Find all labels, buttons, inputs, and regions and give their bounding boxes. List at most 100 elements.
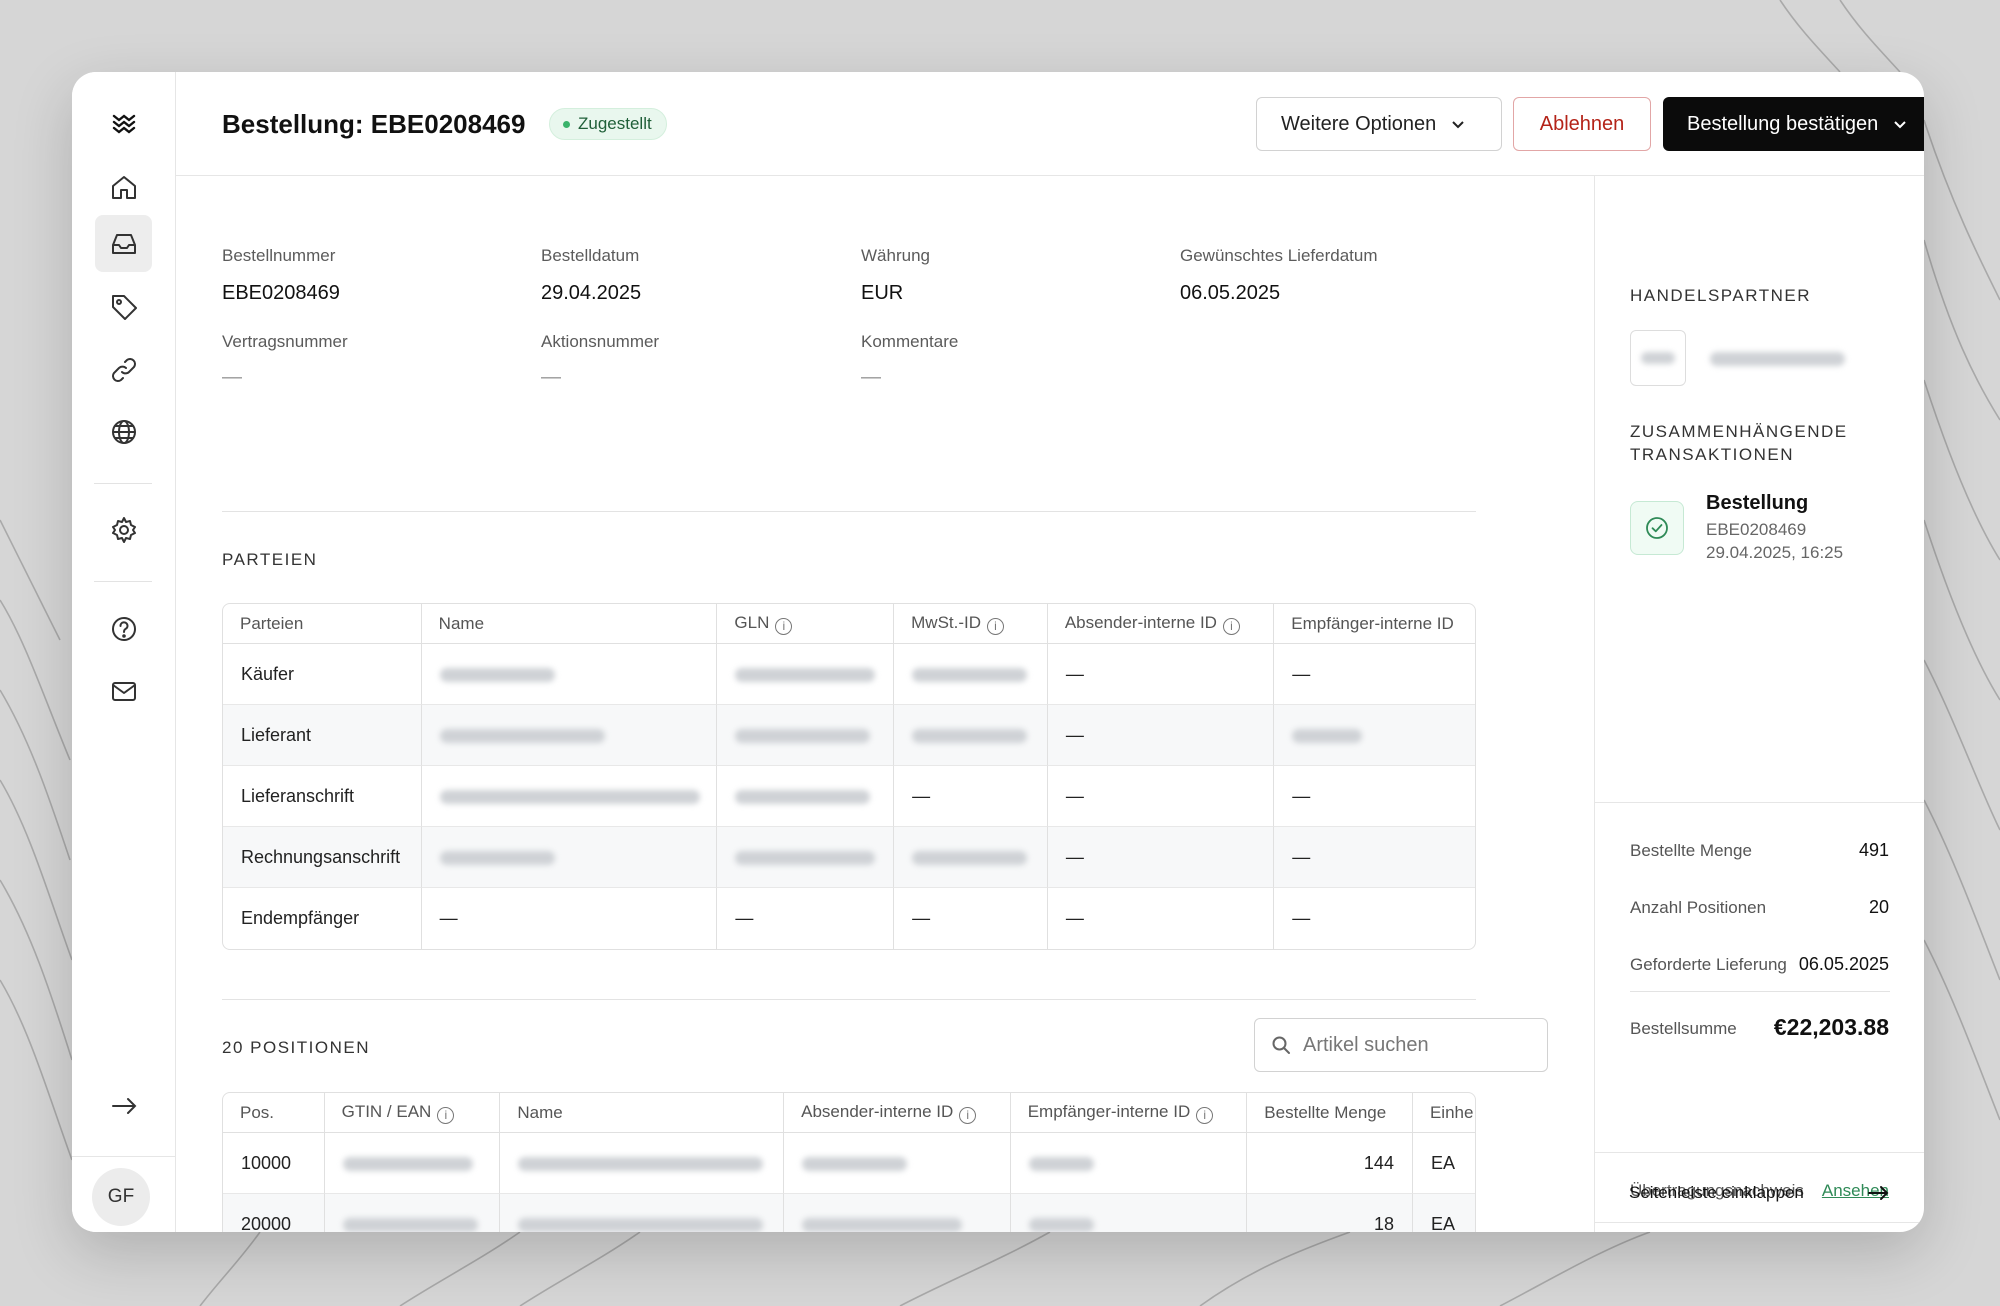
contract-number-value: — xyxy=(222,366,242,388)
sidebar-divider xyxy=(1630,991,1890,992)
party-receiver-id: — xyxy=(1274,827,1475,888)
comments-label: Kommentare xyxy=(861,332,959,351)
mail-icon[interactable] xyxy=(95,662,152,719)
promotion-number-label: Aktionsnummer xyxy=(541,332,660,351)
info-icon[interactable]: i xyxy=(1222,617,1240,635)
party-vat-id: — xyxy=(894,766,1048,827)
party-sender-id: — xyxy=(1048,888,1275,949)
search-icon xyxy=(1272,1036,1290,1054)
positions-count-value: 20 xyxy=(1868,897,1889,917)
party-receiver-id: — xyxy=(1274,766,1475,827)
home-icon[interactable] xyxy=(95,158,152,215)
info-icon[interactable]: i xyxy=(987,617,1005,635)
gtin-redacted xyxy=(324,1194,501,1232)
party-sender-id: — xyxy=(1047,705,1275,766)
table-header-row: Parteien Name GLN i MwSt.-ID i Absender-in… xyxy=(223,604,1475,644)
party-gln-redacted xyxy=(717,705,895,766)
collapse-sidebar-label: Seitenleiste einklappen xyxy=(1629,1183,1804,1202)
party-vat-redacted xyxy=(894,705,1048,766)
ordered-quantity: 144 xyxy=(1247,1133,1413,1194)
help-icon[interactable] xyxy=(95,600,152,657)
requested-delivery-value: 06.05.2025 xyxy=(1180,282,1281,304)
party-vat-redacted xyxy=(894,644,1048,705)
column-header-vat-id: MwSt.-ID i xyxy=(894,604,1048,644)
gear-icon[interactable] xyxy=(95,501,152,558)
party-role: Lieferant xyxy=(223,705,422,766)
required-delivery-value: 06.05.2025 xyxy=(1798,954,1889,974)
order-total-value: €22,203.88 xyxy=(1773,1014,1889,1040)
unit: EA xyxy=(1412,1194,1475,1232)
column-header-parties: Parteien xyxy=(223,604,422,644)
unit: EA xyxy=(1412,1133,1475,1194)
positions-section-title: 20 POSITIONEN xyxy=(222,1038,370,1057)
confirm-order-button[interactable]: Bestellung bestätigen xyxy=(1663,97,1924,151)
related-tx-title[interactable]: Bestellung xyxy=(1706,492,1808,515)
party-gln: — xyxy=(717,888,895,949)
tag-icon[interactable] xyxy=(95,278,152,335)
more-options-button[interactable]: Weitere Optionen xyxy=(1256,97,1502,151)
column-header-receiver-id: Empfänger-interne ID xyxy=(1274,604,1475,644)
order-total-label: Bestellsumme xyxy=(1630,1019,1737,1038)
ordered-qty-label: Bestellte Menge xyxy=(1630,841,1752,860)
table-row[interactable]: Käufer — — xyxy=(223,644,1475,705)
party-gln-redacted xyxy=(717,827,895,888)
parties-section-title: PARTEIEN xyxy=(222,550,318,569)
position-number: 20000 xyxy=(223,1194,325,1232)
party-role: Käufer xyxy=(223,644,422,705)
trading-partner-title: HANDELSPARTNER xyxy=(1630,286,1811,305)
inbox-icon[interactable] xyxy=(95,215,152,272)
link-icon[interactable] xyxy=(95,341,152,398)
reject-button[interactable]: Ablehnen xyxy=(1513,97,1651,151)
item-name-redacted xyxy=(500,1194,785,1232)
party-gln-redacted xyxy=(717,766,895,827)
promotion-number-value: — xyxy=(541,366,561,388)
table-row[interactable]: Lieferanschrift — — — xyxy=(223,766,1475,827)
column-header-sender-id: Absender-interne ID i xyxy=(1047,604,1275,644)
positions-table: Pos. GTIN / EAN i Name Absender-interne I… xyxy=(222,1092,1476,1232)
positions-count-label: Anzahl Positionen xyxy=(1630,898,1767,917)
column-header-unit: Einhe xyxy=(1412,1093,1475,1133)
party-name-redacted xyxy=(421,827,718,888)
party-name: — xyxy=(422,888,718,949)
search-input[interactable] xyxy=(1303,1033,1533,1057)
table-row[interactable]: 10000 144 EA xyxy=(223,1133,1475,1194)
rail-divider xyxy=(94,581,152,582)
article-search[interactable] xyxy=(1254,1018,1548,1072)
column-header-gtin: GTIN / EAN i xyxy=(324,1093,501,1133)
collapse-sidebar-button[interactable]: Seitenleiste einklappen xyxy=(1629,1165,1889,1221)
check-circle-icon xyxy=(1630,501,1684,555)
avatar[interactable]: GF xyxy=(92,1168,150,1226)
position-number: 10000 xyxy=(223,1133,325,1194)
arrow-right-icon xyxy=(1868,1186,1889,1200)
party-sender-id: — xyxy=(1047,827,1275,888)
partner-name-redacted xyxy=(1710,352,1845,366)
table-row[interactable]: Lieferant — xyxy=(223,705,1475,766)
logo-icon[interactable] xyxy=(95,94,152,151)
status-badge: Zugestellt xyxy=(549,108,667,140)
comments-value: — xyxy=(861,366,881,388)
info-icon[interactable]: i xyxy=(775,617,793,635)
page-title: Bestellung: EBE0208469 xyxy=(222,109,526,139)
related-tx-number: EBE0208469 xyxy=(1706,520,1807,539)
table-row[interactable]: 20000 18 EA xyxy=(223,1194,1475,1232)
party-receiver-id: — xyxy=(1274,644,1475,705)
rail-divider xyxy=(94,483,152,484)
sender-id-redacted xyxy=(784,1133,1011,1194)
party-gln-redacted xyxy=(717,644,895,705)
info-icon[interactable]: i xyxy=(437,1106,455,1124)
table-row[interactable]: Rechnungsanschrift — — xyxy=(223,827,1475,888)
table-row[interactable]: Endempfänger — — — — — xyxy=(223,888,1475,949)
column-header-gln-label: GLN xyxy=(734,612,770,632)
info-icon[interactable]: i xyxy=(1196,1106,1214,1124)
related-title-line-1: ZUSAMMENHÄNGENDE xyxy=(1630,422,1848,441)
globe-icon[interactable] xyxy=(95,403,152,460)
related-tx-datetime: 29.04.2025, 16:25 xyxy=(1706,543,1844,562)
column-header-receiver-label: Empfänger-interne ID xyxy=(1027,1101,1191,1121)
info-icon[interactable]: i xyxy=(959,1106,977,1124)
party-receiver-id: — xyxy=(1292,908,1311,928)
party-role: Lieferanschrift xyxy=(223,766,422,827)
ordered-qty-value: 491 xyxy=(1858,840,1889,860)
arrow-right-icon[interactable] xyxy=(95,1077,152,1134)
required-delivery-label: Geforderte Lieferung xyxy=(1630,955,1787,974)
column-header-name: Name xyxy=(421,604,718,644)
